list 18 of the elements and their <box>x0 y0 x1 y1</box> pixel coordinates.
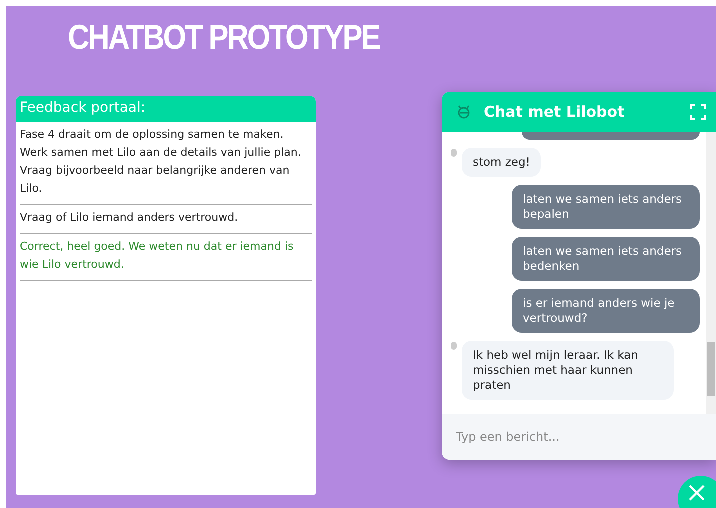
chat-message: Ik heb wel mijn leraar. Ik kan misschien met haar kunnen praten <box>462 341 674 400</box>
chat-message: stom zeg! <box>462 148 542 177</box>
chat-message: laten we samen iets anders bedenken <box>512 237 700 281</box>
close-icon <box>688 484 706 502</box>
scrollbar[interactable] <box>706 132 716 414</box>
feedback-text: Correct, heel goed. We weten nu dat er iemand is wie Lilo vertrouwd. <box>20 234 312 281</box>
chat-message: laten we samen iets anders bepalen <box>512 185 700 229</box>
avatar-icon <box>450 148 458 158</box>
page-title: CHATBOT PROTOTYPE <box>68 19 382 59</box>
chat-title: Chat met Lilobot <box>484 103 626 121</box>
avatar-icon <box>450 341 458 351</box>
robot-icon <box>456 104 472 120</box>
message-input[interactable]: Typ een bericht... <box>442 414 716 460</box>
feedback-text: Vraag of Lilo iemand anders vertrouwd. <box>20 205 312 234</box>
feedback-header: Feedback portaal: <box>16 96 316 122</box>
chat-message: is er iemand anders wie je vertrouwd? <box>512 289 700 333</box>
fullscreen-icon[interactable] <box>690 104 706 120</box>
feedback-text: Fase 4 draait om de oplossing samen te maken. Werk samen met Lilo aan de details van jullie plan. Vraag bijvoorbeeld naar belangrijke anderen van Lilo. <box>20 122 312 205</box>
